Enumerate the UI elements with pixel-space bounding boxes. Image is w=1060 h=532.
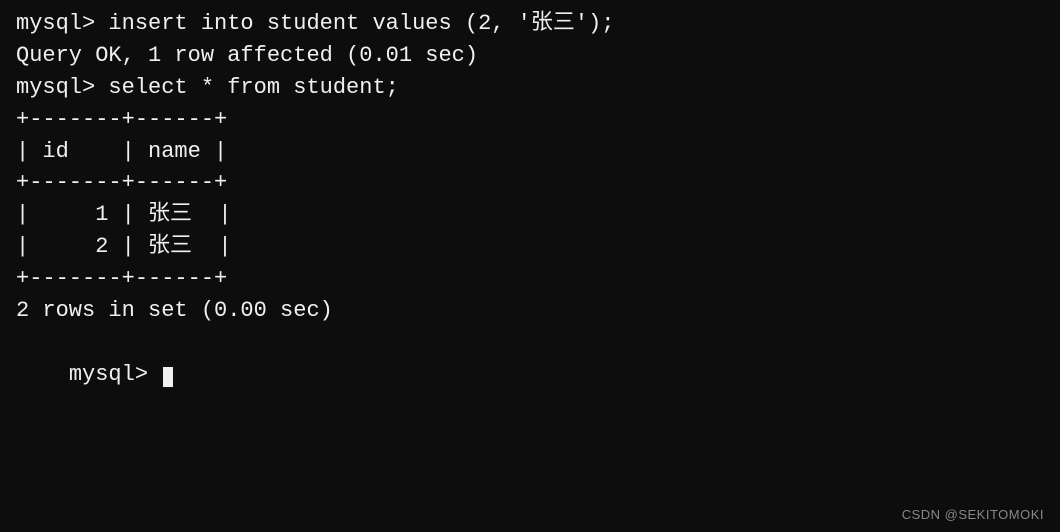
terminal-line-7: +-------+------+ xyxy=(16,167,1044,199)
terminal-cursor xyxy=(163,367,173,387)
terminal-window: mysql> insert into student values (2, '张… xyxy=(0,0,1060,532)
terminal-line-4: mysql> select * from student; xyxy=(16,72,1044,104)
terminal-prompt: mysql> xyxy=(69,362,161,387)
terminal-prompt-line[interactable]: mysql> xyxy=(16,327,1044,423)
terminal-line-8: | 1 | 张三 | xyxy=(16,199,1044,231)
terminal-line-5: +-------+------+ xyxy=(16,104,1044,136)
watermark: CSDN @SEKITOMOKI xyxy=(902,507,1044,522)
terminal-line-1: mysql> insert into student values (2, '张… xyxy=(16,8,1044,40)
terminal-line-11: 2 rows in set (0.00 sec) xyxy=(16,295,1044,327)
terminal-line-10: +-------+------+ xyxy=(16,263,1044,295)
terminal-line-2: Query OK, 1 row affected (0.01 sec) xyxy=(16,40,1044,72)
terminal-line-9: | 2 | 张三 | xyxy=(16,231,1044,263)
terminal-line-6: | id | name | xyxy=(16,136,1044,168)
